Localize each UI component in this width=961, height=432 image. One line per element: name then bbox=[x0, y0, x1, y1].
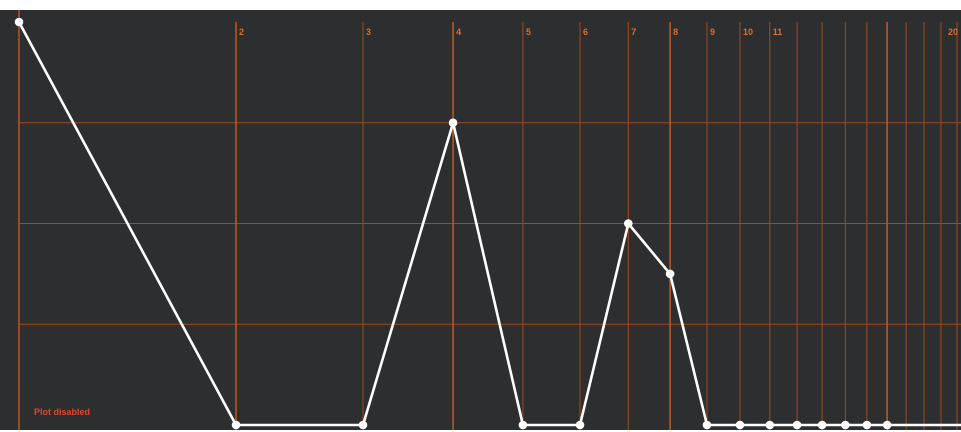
data-point[interactable] bbox=[735, 420, 745, 430]
plot-disabled-label: Plot disabled bbox=[34, 407, 90, 417]
data-point[interactable] bbox=[702, 420, 712, 430]
data-point[interactable] bbox=[792, 420, 802, 430]
data-point[interactable] bbox=[358, 420, 368, 430]
envelope-plot[interactable]: 2 3 4 5 6 7 8 9 10 11 20 Plot disabled bbox=[0, 0, 961, 432]
grid-layer bbox=[18, 10, 961, 430]
x-tick-label: 10 bbox=[743, 27, 753, 37]
x-tick-label: 5 bbox=[526, 27, 531, 37]
data-point[interactable] bbox=[817, 420, 827, 430]
data-point[interactable] bbox=[231, 420, 241, 430]
data-point[interactable] bbox=[841, 420, 850, 430]
data-point[interactable] bbox=[765, 420, 775, 430]
x-tick-label: 2 bbox=[239, 27, 244, 37]
data-point[interactable] bbox=[882, 420, 892, 430]
data-point[interactable] bbox=[14, 17, 24, 27]
x-tick-label: 8 bbox=[673, 27, 678, 37]
tick-label-layer: 2 3 4 5 6 7 8 9 10 11 20 bbox=[239, 27, 958, 37]
x-tick-label: 6 bbox=[583, 27, 588, 37]
data-point[interactable] bbox=[448, 118, 458, 128]
data-point[interactable] bbox=[862, 420, 872, 430]
x-tick-label: 20 bbox=[948, 27, 958, 37]
data-point[interactable] bbox=[623, 219, 633, 228]
x-tick-label: 4 bbox=[456, 27, 461, 37]
x-tick-label: 9 bbox=[710, 27, 715, 37]
x-tick-label: 3 bbox=[366, 27, 371, 37]
x-tick-label: 7 bbox=[631, 27, 636, 37]
data-point[interactable] bbox=[665, 269, 675, 279]
data-point[interactable] bbox=[518, 420, 528, 430]
x-tick-label: 11 bbox=[773, 27, 783, 37]
data-point[interactable] bbox=[575, 420, 585, 430]
